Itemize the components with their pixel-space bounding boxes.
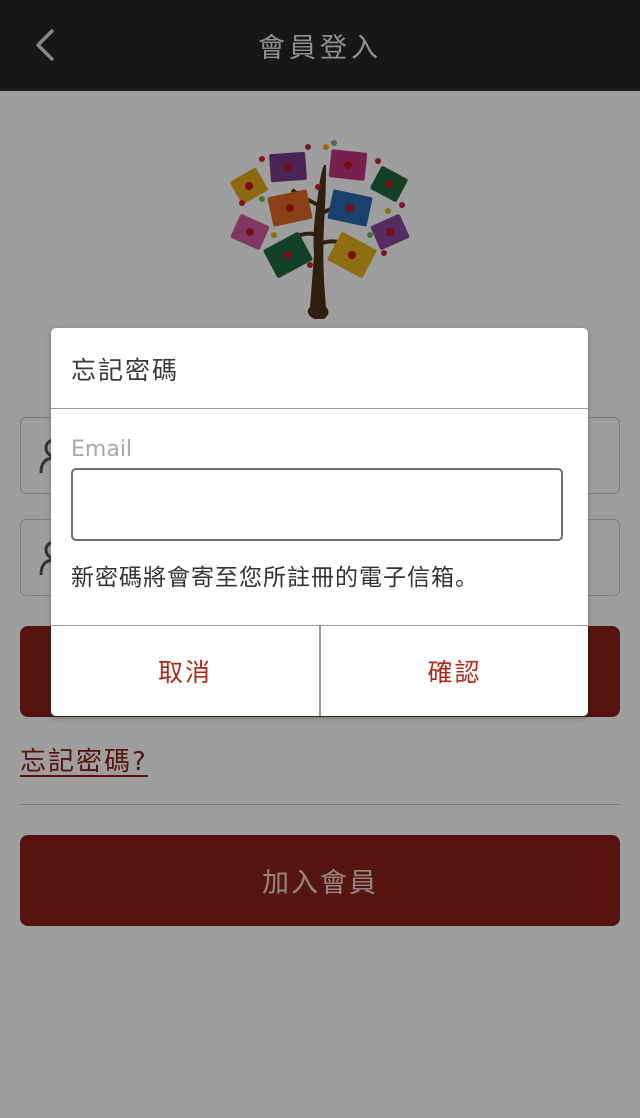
- dialog-hint: 新密碼將會寄至您所註冊的電子信箱。: [71, 565, 479, 591]
- cancel-button[interactable]: 取消: [51, 626, 319, 716]
- confirm-button[interactable]: 確認: [321, 626, 588, 716]
- dialog-divider: [51, 408, 588, 409]
- email-label: Email: [71, 437, 133, 462]
- dialog-title: 忘記密碼: [71, 356, 180, 385]
- email-input[interactable]: [71, 468, 563, 541]
- forgot-password-dialog: 忘記密碼 Email 新密碼將會寄至您所註冊的電子信箱。 取消 確認: [51, 328, 588, 716]
